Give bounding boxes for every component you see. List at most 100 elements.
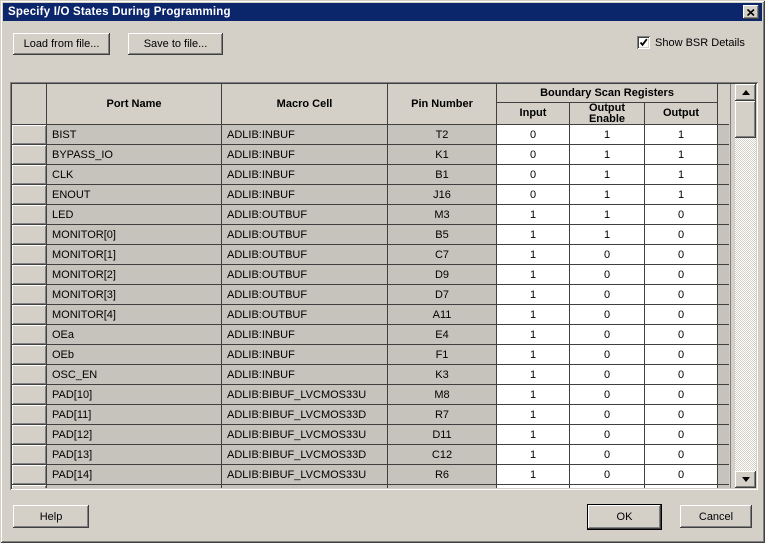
ok-button[interactable]: OK bbox=[587, 504, 662, 530]
pin-number-cell: B1 bbox=[388, 165, 497, 185]
bsr-output-cell[interactable]: 0 bbox=[645, 345, 718, 365]
bsr-output-cell[interactable]: 1 bbox=[645, 185, 718, 205]
help-button[interactable]: Help bbox=[13, 505, 89, 528]
bsr-output-enable-cell[interactable]: 0 bbox=[570, 245, 645, 265]
titlebar[interactable]: Specify I/O States During Programming bbox=[3, 3, 762, 21]
bsr-input-cell[interactable]: 0 bbox=[497, 185, 570, 205]
ok-label: OK bbox=[617, 511, 633, 523]
row-selector-cell[interactable] bbox=[12, 185, 47, 205]
bsr-output-enable-cell[interactable]: 0 bbox=[570, 265, 645, 285]
bsr-input-cell[interactable]: 0 bbox=[497, 145, 570, 165]
bsr-output-cell[interactable]: 1 bbox=[645, 145, 718, 165]
table-row: MONITOR[1] ADLIB:OUTBUF C7 1 0 0 bbox=[12, 245, 730, 265]
bsr-output-cell[interactable]: 1 bbox=[645, 125, 718, 145]
row-selector-cell[interactable] bbox=[12, 345, 47, 365]
load-from-file-button[interactable]: Load from file... bbox=[13, 33, 110, 55]
bsr-input-cell[interactable]: 1 bbox=[497, 445, 570, 465]
output-header[interactable]: Output bbox=[645, 103, 718, 125]
bsr-output-enable-cell[interactable]: 0 bbox=[570, 325, 645, 345]
save-to-file-button[interactable]: Save to file... bbox=[128, 33, 223, 55]
input-header[interactable]: Input bbox=[497, 103, 570, 125]
bsr-output-cell[interactable]: 0 bbox=[645, 465, 718, 485]
row-selector-cell[interactable] bbox=[12, 365, 47, 385]
vertical-scrollbar[interactable] bbox=[735, 84, 756, 488]
bsr-output-cell[interactable]: 0 bbox=[645, 325, 718, 345]
bsr-input-cell[interactable]: 1 bbox=[497, 205, 570, 225]
scroll-down-button[interactable] bbox=[735, 471, 756, 488]
bsr-output-enable-cell[interactable]: 0 bbox=[570, 285, 645, 305]
row-selector-cell[interactable] bbox=[12, 385, 47, 405]
bsr-output-enable-cell[interactable]: 0 bbox=[570, 305, 645, 325]
row-selector-cell[interactable] bbox=[12, 205, 47, 225]
bsr-output-cell[interactable]: 0 bbox=[645, 405, 718, 425]
bsr-input-cell[interactable]: 0 bbox=[497, 125, 570, 145]
bsr-input-cell[interactable]: 1 bbox=[497, 305, 570, 325]
bsr-input-cell[interactable]: 1 bbox=[497, 385, 570, 405]
bsr-output-enable-cell[interactable]: 1 bbox=[570, 205, 645, 225]
bsr-input-cell[interactable]: 1 bbox=[497, 325, 570, 345]
bsr-output-enable-cell[interactable]: 1 bbox=[570, 165, 645, 185]
bsr-output-cell[interactable]: 0 bbox=[645, 485, 718, 488]
bsr-output-enable-cell[interactable]: 1 bbox=[570, 225, 645, 245]
pin-number-header[interactable]: Pin Number bbox=[388, 84, 497, 125]
row-selector-cell[interactable] bbox=[12, 425, 47, 445]
bsr-output-enable-cell[interactable]: 0 bbox=[570, 385, 645, 405]
bsr-output-cell[interactable]: 0 bbox=[645, 285, 718, 305]
bsr-input-cell[interactable]: 1 bbox=[497, 285, 570, 305]
bsr-input-cell[interactable]: 1 bbox=[497, 365, 570, 385]
bsr-output-enable-cell[interactable]: 1 bbox=[570, 145, 645, 165]
cancel-button[interactable]: Cancel bbox=[680, 505, 752, 528]
bsr-output-cell[interactable]: 0 bbox=[645, 245, 718, 265]
bsr-input-cell[interactable]: 0 bbox=[497, 165, 570, 185]
port-name-header[interactable]: Port Name bbox=[47, 84, 222, 125]
bsr-output-cell[interactable]: 0 bbox=[645, 445, 718, 465]
bsr-output-enable-cell[interactable]: 0 bbox=[570, 425, 645, 445]
bsr-output-cell[interactable]: 0 bbox=[645, 205, 718, 225]
macro-cell-cell: ADLIB:OUTBUF bbox=[222, 265, 388, 285]
row-selector-cell[interactable] bbox=[12, 145, 47, 165]
row-selector-cell[interactable] bbox=[12, 125, 47, 145]
bsr-output-cell[interactable]: 0 bbox=[645, 385, 718, 405]
row-selector-cell[interactable] bbox=[12, 285, 47, 305]
bsr-input-cell[interactable]: 1 bbox=[497, 485, 570, 488]
bsr-input-cell[interactable]: 1 bbox=[497, 425, 570, 445]
output-enable-header[interactable]: Output Enable bbox=[570, 103, 645, 125]
bsr-input-cell[interactable]: 1 bbox=[497, 465, 570, 485]
bsr-output-enable-cell[interactable]: 1 bbox=[570, 125, 645, 145]
bsr-output-cell[interactable]: 0 bbox=[645, 225, 718, 245]
checkbox-box[interactable] bbox=[637, 36, 650, 49]
show-bsr-details-checkbox[interactable]: Show BSR Details bbox=[637, 36, 745, 49]
scroll-up-button[interactable] bbox=[735, 84, 756, 101]
bsr-output-enable-cell[interactable]: 0 bbox=[570, 445, 645, 465]
bsr-input-cell[interactable]: 1 bbox=[497, 345, 570, 365]
macro-cell-header[interactable]: Macro Cell bbox=[222, 84, 388, 125]
bsr-output-enable-cell[interactable]: 1 bbox=[570, 185, 645, 205]
bsr-output-enable-cell[interactable]: 0 bbox=[570, 405, 645, 425]
bsr-output-cell[interactable]: 0 bbox=[645, 365, 718, 385]
row-selector-cell[interactable] bbox=[12, 225, 47, 245]
bsr-output-enable-cell[interactable]: 0 bbox=[570, 345, 645, 365]
bsr-input-cell[interactable]: 1 bbox=[497, 225, 570, 245]
row-selector-cell[interactable] bbox=[12, 325, 47, 345]
row-selector-cell[interactable] bbox=[12, 265, 47, 285]
bsr-input-cell[interactable]: 1 bbox=[497, 265, 570, 285]
row-selector-cell[interactable] bbox=[12, 305, 47, 325]
bsr-output-cell[interactable]: 0 bbox=[645, 265, 718, 285]
row-selector-cell[interactable] bbox=[12, 245, 47, 265]
bsr-input-cell[interactable]: 1 bbox=[497, 245, 570, 265]
bsr-input-cell[interactable]: 1 bbox=[497, 405, 570, 425]
row-selector-cell[interactable] bbox=[12, 485, 47, 488]
bsr-output-cell[interactable]: 1 bbox=[645, 165, 718, 185]
close-button[interactable] bbox=[743, 5, 759, 19]
scrollbar-thumb[interactable] bbox=[735, 101, 756, 138]
row-selector-cell[interactable] bbox=[12, 165, 47, 185]
bsr-output-enable-cell[interactable]: 0 bbox=[570, 365, 645, 385]
bsr-output-enable-cell[interactable]: 0 bbox=[570, 465, 645, 485]
row-selector-cell[interactable] bbox=[12, 405, 47, 425]
row-selector-cell[interactable] bbox=[12, 465, 47, 485]
port-name-cell: PAD[14] bbox=[47, 465, 222, 485]
bsr-output-cell[interactable]: 0 bbox=[645, 305, 718, 325]
bsr-output-enable-cell[interactable]: 0 bbox=[570, 485, 645, 488]
row-selector-cell[interactable] bbox=[12, 445, 47, 465]
bsr-output-cell[interactable]: 0 bbox=[645, 425, 718, 445]
